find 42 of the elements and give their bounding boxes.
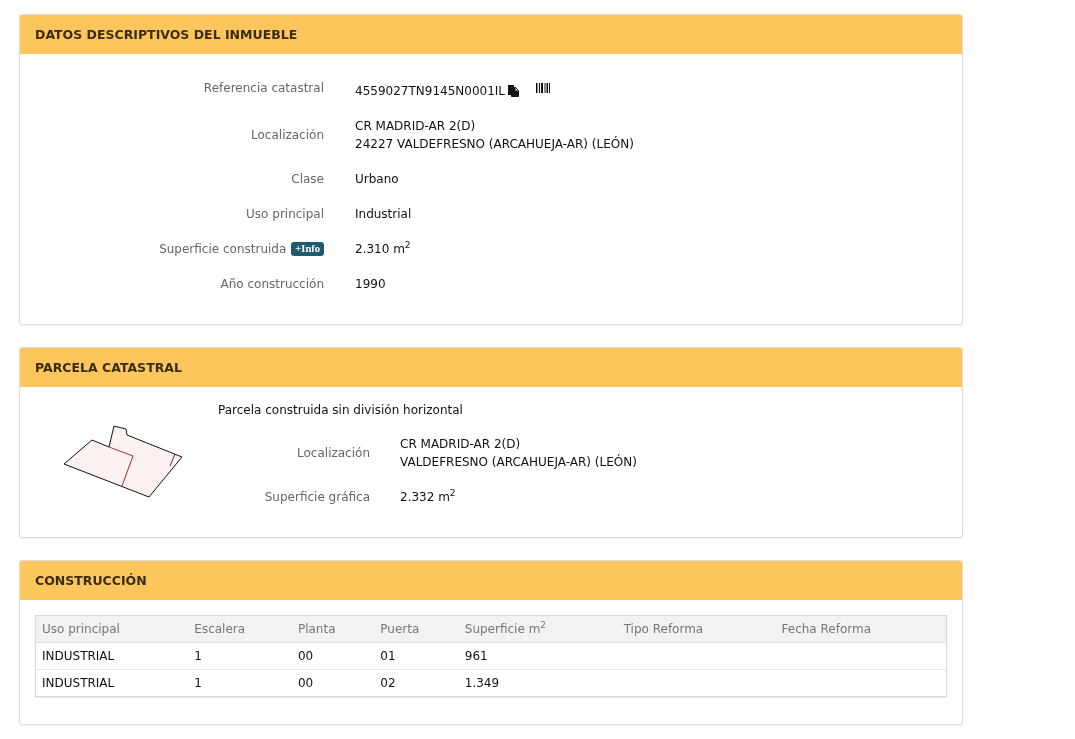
field-label: Localización xyxy=(297,445,370,462)
field-label: Año construcción xyxy=(220,276,324,293)
section-title: DATOS DESCRIPTIVOS DEL INMUEBLE xyxy=(35,27,298,42)
field-value: 2.332 m$^{2}$ xyxy=(400,488,456,506)
column-header: Planta xyxy=(297,622,336,636)
field-label: Superficie gráfica xyxy=(264,489,370,506)
field-label: Uso principal xyxy=(246,206,324,223)
field-value: CR MADRID-AR 2(D) xyxy=(400,436,522,453)
column-header: Fecha Reforma xyxy=(781,622,871,636)
field-value: Urbano xyxy=(355,171,399,188)
table-cell: 00 xyxy=(297,676,314,690)
table-cell: INDUSTRIAL xyxy=(42,676,115,690)
barcode-icon[interactable] xyxy=(536,83,551,93)
table-cell: 00 xyxy=(297,649,314,663)
parcel-description: Parcela construida sin división horizontal xyxy=(218,402,464,419)
field-value: 1990 xyxy=(355,276,386,293)
field-label: Referencia catastral xyxy=(203,80,324,97)
table-cell: INDUSTRIAL xyxy=(42,649,115,663)
section-title: CONSTRUCCIÓN xyxy=(35,573,147,588)
field-label: Superficie construida xyxy=(159,241,287,258)
table-cell: 961 xyxy=(464,649,488,663)
column-header: Uso principal xyxy=(42,622,120,636)
column-header: Escalera xyxy=(194,622,246,636)
table-cell: 01 xyxy=(380,649,396,663)
column-header: Puerta xyxy=(380,622,420,636)
table-cell: 1.349 xyxy=(464,676,500,690)
field-label: Localización xyxy=(251,127,324,144)
field-value: CR MADRID-AR 2(D) xyxy=(355,118,477,135)
table-cell: 1 xyxy=(194,676,202,690)
column-header: Tipo Reforma xyxy=(623,622,704,636)
table-cell: 1 xyxy=(194,649,202,663)
field-value: VALDEFRESNO (ARCAHUEJA-AR) (LEÓN) xyxy=(400,453,637,471)
field-value: 24227 VALDEFRESNO (ARCAHUEJA-AR) (LEÓN) xyxy=(355,135,634,153)
field-label: Clase xyxy=(291,171,324,188)
field-value: 2.310 m$^{2}$ xyxy=(355,240,411,258)
copy-icon[interactable] xyxy=(508,85,520,97)
field-value: Industrial xyxy=(355,206,412,223)
more-info-button[interactable]: +Info xyxy=(291,242,324,256)
column-header: Superficie m$^{2}$ xyxy=(464,622,547,636)
table-cell: 02 xyxy=(380,676,396,690)
field-value: 4559027TN9145N0001IL xyxy=(355,83,506,100)
section-title: PARCELA CATASTRAL xyxy=(35,360,182,375)
